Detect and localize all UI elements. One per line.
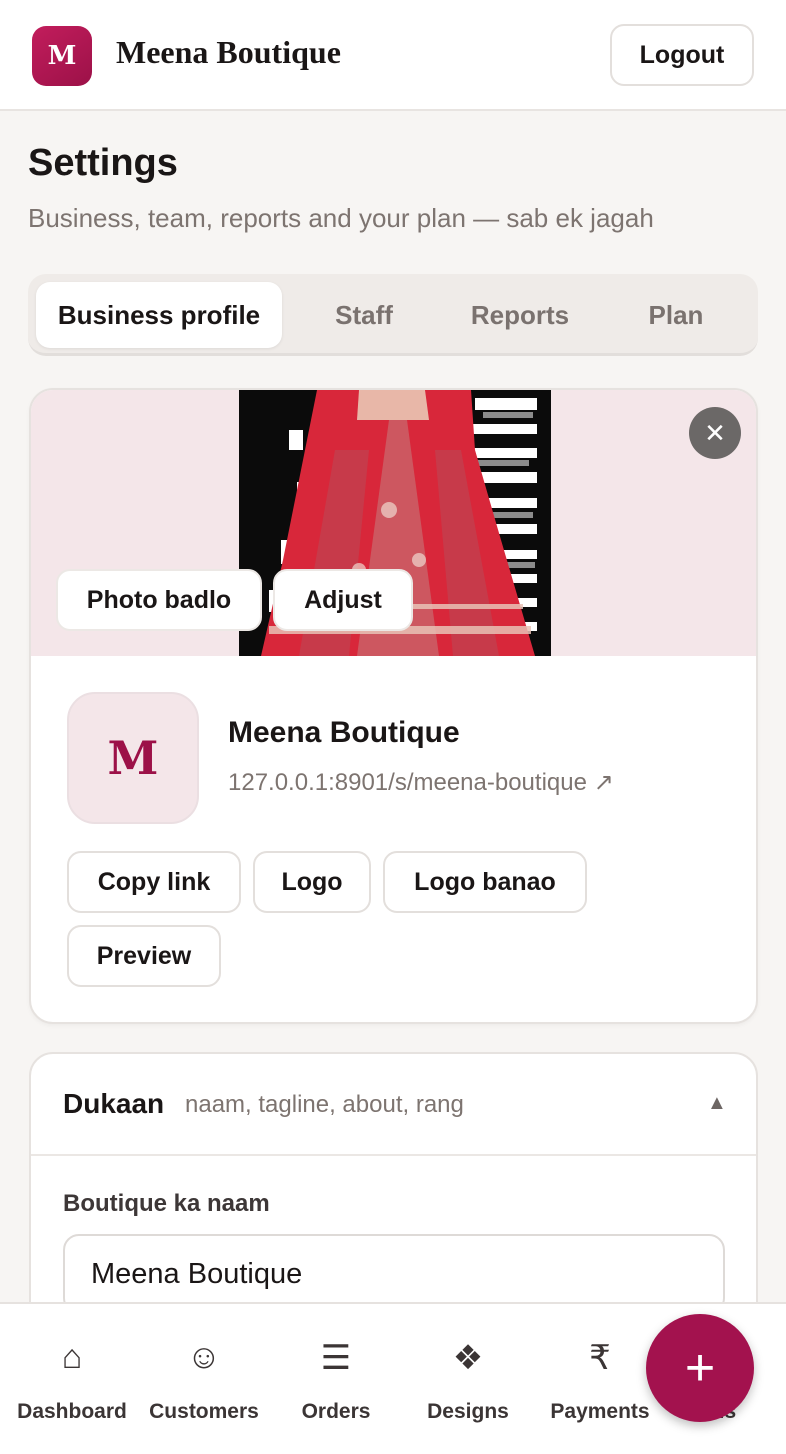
nav-label: Customers xyxy=(149,1400,259,1423)
boutique-name-label: Boutique ka naam xyxy=(63,1190,270,1217)
logout-button[interactable]: Logout xyxy=(610,24,754,86)
nav-label: Dashboard xyxy=(17,1400,127,1423)
collapse-caret-icon[interactable]: ▲ xyxy=(707,1092,727,1115)
business-profile-card: ✕ Photo badlo Adjust M Meena Boutique 12… xyxy=(29,388,758,1024)
brand-name: Meena Boutique xyxy=(116,34,341,70)
top-bar: M Meena Boutique Logout xyxy=(0,0,786,111)
dukaan-section-header[interactable]: Dukaan naam, tagline, about, rang ▲ xyxy=(31,1054,756,1156)
tab-plan[interactable]: Plan xyxy=(618,282,734,348)
adjust-photo-button[interactable]: Adjust xyxy=(273,569,413,631)
preview-button[interactable]: Preview xyxy=(67,925,221,987)
section-hint: naam, tagline, about, rang xyxy=(185,1091,464,1118)
nav-label: Designs xyxy=(427,1400,509,1423)
tab-business-profile[interactable]: Business profile xyxy=(36,282,282,348)
logo-button[interactable]: Logo xyxy=(253,851,371,913)
business-name: Meena Boutique xyxy=(228,716,460,749)
page-title: Settings xyxy=(28,142,178,184)
list-icon: ☰ xyxy=(320,1339,352,1377)
smiley-icon: ☺ xyxy=(186,1338,222,1376)
brand-logo: M xyxy=(32,26,92,86)
nav-orders[interactable]: ☰ Orders xyxy=(270,1304,402,1454)
nav-label: Payments xyxy=(550,1400,650,1423)
create-logo-button[interactable]: Logo banao xyxy=(383,851,587,913)
diamond-icon: ❖ xyxy=(452,1339,484,1377)
copy-link-button[interactable]: Copy link xyxy=(67,851,241,913)
remove-cover-button[interactable]: ✕ xyxy=(689,407,741,459)
section-title: Dukaan xyxy=(63,1088,165,1119)
change-photo-button[interactable]: Photo badlo xyxy=(56,569,262,631)
cover-banner: ✕ Photo badlo Adjust xyxy=(31,390,756,656)
close-icon: ✕ xyxy=(704,417,726,448)
settings-tabs: Business profile Staff Reports Plan xyxy=(28,274,758,356)
nav-designs[interactable]: ❖ Designs xyxy=(402,1304,534,1454)
tab-staff[interactable]: Staff xyxy=(302,282,426,348)
plus-icon: + xyxy=(684,1339,716,1397)
home-icon: ⌂ xyxy=(61,1338,83,1376)
settings-page: M Meena Boutique Logout Settings Busines… xyxy=(0,0,786,1454)
business-logo: M xyxy=(67,692,199,824)
nav-label: Orders xyxy=(301,1400,371,1423)
store-url-link[interactable]: 127.0.0.1:8901/s/meena-boutique ↗ xyxy=(228,768,614,797)
nav-customers[interactable]: ☺ Customers xyxy=(138,1304,270,1454)
page-subtitle: Business, team, reports and your plan — … xyxy=(28,203,654,233)
nav-dashboard[interactable]: ⌂ Dashboard xyxy=(6,1304,138,1454)
tab-reports[interactable]: Reports xyxy=(446,282,594,348)
add-fab-button[interactable]: + xyxy=(646,1314,754,1422)
